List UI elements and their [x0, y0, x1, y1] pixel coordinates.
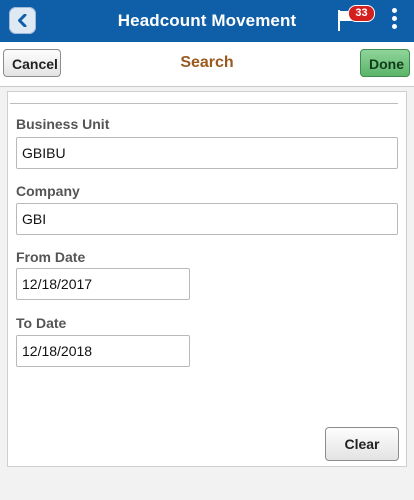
- page-title: Search: [180, 54, 234, 71]
- from-date-input[interactable]: [16, 268, 190, 300]
- clear-button[interactable]: Clear: [325, 427, 399, 461]
- business-unit-label: Business Unit: [16, 116, 110, 132]
- divider: [10, 103, 398, 104]
- to-date-input[interactable]: [16, 335, 190, 367]
- business-unit-input[interactable]: [16, 137, 398, 169]
- page: Headcount Movement 33 Cancel Search Done…: [0, 0, 414, 500]
- done-button[interactable]: Done: [360, 49, 410, 77]
- page-toolbar: Cancel Search Done: [0, 42, 414, 87]
- company-label: Company: [16, 183, 80, 199]
- search-form: Business Unit Company From Date To Date …: [7, 91, 407, 467]
- to-date-label: To Date: [16, 315, 67, 331]
- notification-badge[interactable]: 33: [348, 5, 375, 22]
- from-date-label: From Date: [16, 249, 86, 265]
- more-options-icon[interactable]: [392, 8, 398, 34]
- company-input[interactable]: [16, 203, 398, 235]
- app-header: Headcount Movement 33: [0, 0, 414, 42]
